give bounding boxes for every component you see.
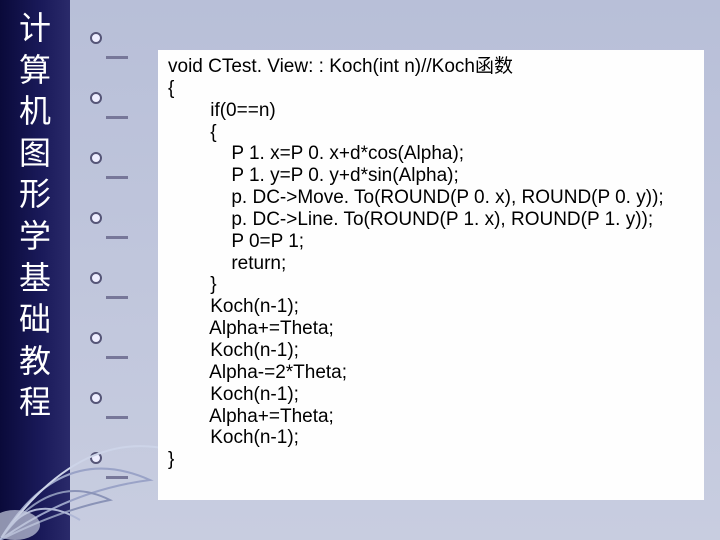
banner-char: 基 [19, 258, 51, 300]
code-line: Alpha-=2*Theta; [168, 362, 694, 384]
banner-char: 学 [19, 216, 51, 258]
banner-char: 机 [19, 91, 51, 133]
code-line: } [168, 274, 694, 296]
code-line: P 0=P 1; [168, 231, 694, 253]
code-line: Koch(n-1); [168, 427, 694, 449]
code-content-box: void CTest. View: : Koch(int n)//Koch函数 … [158, 50, 704, 500]
code-line: p. DC->Line. To(ROUND(P 1. x), ROUND(P 1… [168, 209, 694, 231]
code-line: if(0==n) [168, 100, 694, 122]
banner-char: 计 [19, 8, 51, 50]
code-line: } [168, 449, 694, 471]
code-line: { [168, 122, 694, 144]
code-line: Koch(n-1); [168, 296, 694, 318]
code-line: Koch(n-1); [168, 384, 694, 406]
banner-char: 形 [19, 174, 51, 216]
code-line: Alpha+=Theta; [168, 318, 694, 340]
banner-char: 础 [19, 299, 51, 341]
code-line: return; [168, 253, 694, 275]
code-line: Alpha+=Theta; [168, 406, 694, 428]
code-line: P 1. y=P 0. y+d*sin(Alpha); [168, 165, 694, 187]
code-line: { [168, 78, 694, 100]
code-line: void CTest. View: : Koch(int n)//Koch函数 [168, 56, 694, 78]
code-line: Koch(n-1); [168, 340, 694, 362]
code-line: P 1. x=P 0. x+d*cos(Alpha); [168, 143, 694, 165]
banner-char: 图 [19, 133, 51, 175]
code-line: p. DC->Move. To(ROUND(P 0. x), ROUND(P 0… [168, 187, 694, 209]
banner-char: 算 [19, 50, 51, 92]
